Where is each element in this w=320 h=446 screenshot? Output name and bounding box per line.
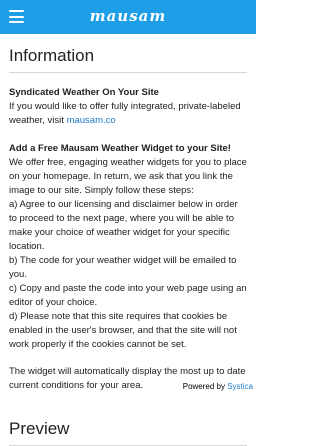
- step-b: b) The code for your weather widget will…: [9, 255, 237, 280]
- preview-title: Preview: [9, 419, 247, 446]
- step-d: d) Please note that this site requires t…: [9, 311, 237, 350]
- powered-by-label: Powered by: [182, 382, 228, 391]
- mausam-co-link[interactable]: mausam.co: [67, 115, 116, 126]
- syndicated-text-body: If you would like to offer fully integra…: [9, 101, 241, 126]
- information-title: Information: [9, 46, 247, 73]
- site-logo[interactable]: mausam: [90, 7, 167, 25]
- syndicated-text: If you would like to offer fully integra…: [9, 100, 247, 128]
- systica-link[interactable]: Systica: [227, 382, 253, 391]
- widget-intro: We offer free, engaging weather widgets …: [9, 157, 247, 196]
- hamburger-menu-icon[interactable]: [9, 10, 24, 23]
- top-app-bar: mausam: [0, 0, 256, 34]
- step-c: c) Copy and paste the code into your web…: [9, 283, 247, 308]
- step-a: a) Agree to our licensing and disclaimer…: [9, 199, 238, 252]
- widget-heading: Add a Free Mausam Weather Widget to your…: [9, 143, 231, 154]
- syndicated-heading: Syndicated Weather On Your Site: [9, 87, 159, 98]
- powered-by-footer: Powered by Systica: [183, 382, 253, 391]
